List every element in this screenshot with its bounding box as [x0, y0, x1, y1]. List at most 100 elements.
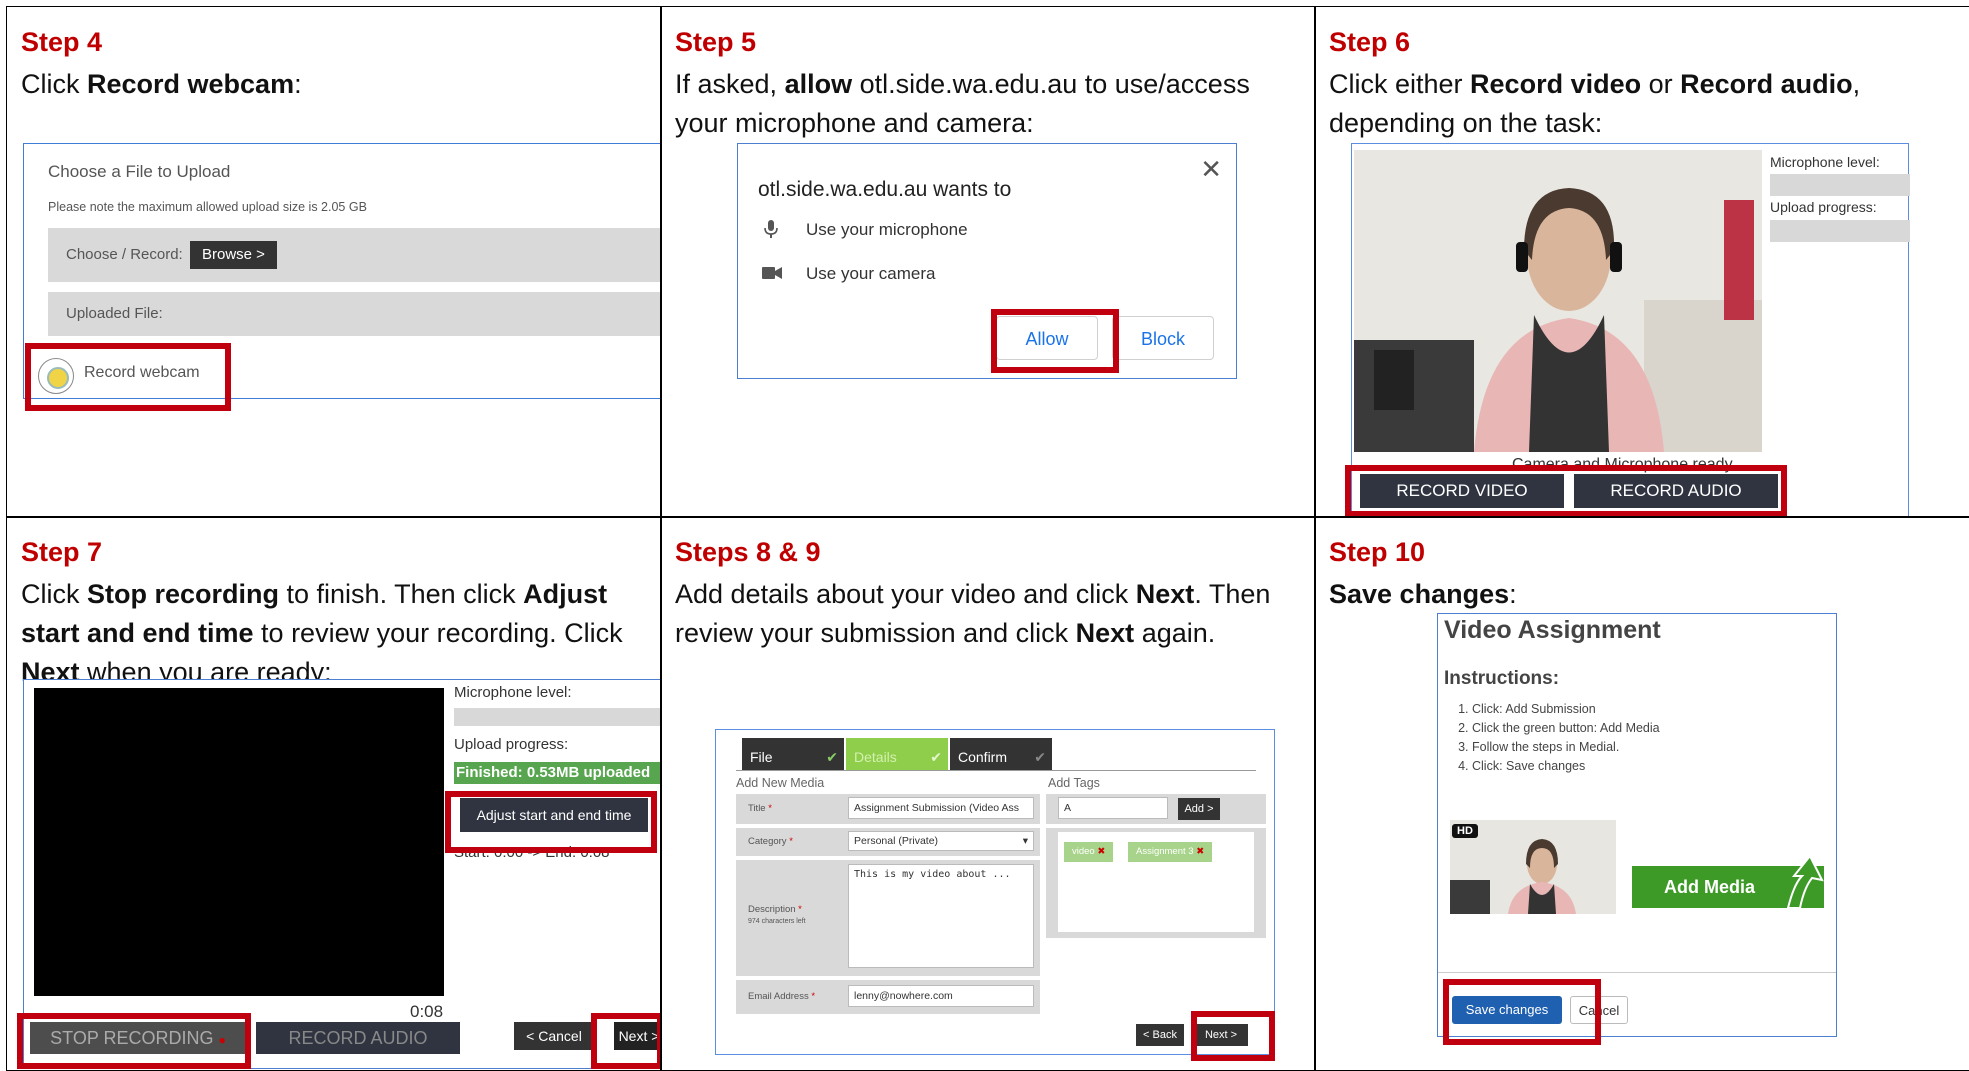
mic-level-label: Microphone level:	[454, 684, 572, 701]
step-instruction: Click Record webcam:	[21, 69, 302, 99]
instructions-heading: Instructions:	[1444, 668, 1560, 689]
cancel-button[interactable]: < Cancel	[514, 1022, 594, 1050]
mic-level-bar	[454, 708, 661, 726]
mic-level-bar	[1770, 174, 1910, 196]
bold-term: Record audio	[1680, 69, 1853, 99]
recording-preview	[34, 688, 444, 996]
bold-term: Next	[1135, 579, 1195, 609]
list-item: Follow the steps in Medial.	[1472, 738, 1660, 757]
highlight-box	[17, 1013, 251, 1069]
chars-left: 974 characters left	[748, 918, 806, 925]
tab-label: Details	[854, 749, 897, 765]
step-5-cell: Step 5 If asked, allow otl.side.wa.edu.a…	[660, 6, 1316, 518]
step-10-cell: Step 10 Save changes: Video Assignment I…	[1314, 516, 1969, 1071]
step-7-cell: Step 7 Click Stop recording to finish. T…	[6, 516, 662, 1071]
category-value: Personal (Private)	[854, 835, 939, 847]
bold-term: Save changes	[1329, 579, 1510, 609]
recording-screenshot: 0:08 Microphone level: Upload progress: …	[23, 679, 661, 1069]
step-instruction: Click either Record video or Record audi…	[1329, 69, 1861, 138]
webcam-preview	[1354, 150, 1762, 452]
add-tags-heading: Add Tags	[1048, 776, 1100, 790]
tab-file[interactable]: File ✔	[742, 738, 844, 770]
video-thumbnail[interactable]: HD	[1450, 820, 1616, 914]
close-icon[interactable]: ✕	[1200, 154, 1222, 185]
tag-chip[interactable]: video ✖	[1064, 842, 1114, 862]
block-button[interactable]: Block	[1112, 316, 1214, 360]
microphone-icon	[764, 220, 778, 238]
step-instruction: If asked, allow otl.side.wa.edu.au to us…	[675, 69, 1250, 138]
step-heading: Step 6	[1329, 27, 1411, 57]
category-label-text: Category	[748, 836, 787, 847]
highlight-box	[445, 791, 657, 853]
bold-term: allow	[784, 69, 853, 99]
add-new-media-heading: Add New Media	[736, 776, 825, 790]
step-instruction: Click Stop recording to finish. Then cli…	[21, 579, 623, 687]
highlight-box	[1345, 465, 1787, 517]
upload-progress-bar	[1770, 220, 1910, 242]
step-6-cell: Step 6 Click either Record video or Reco…	[1314, 6, 1969, 518]
list-item: Click: Save changes	[1472, 757, 1660, 776]
uploaded-file-label: Uploaded File:	[66, 305, 163, 322]
step-instruction: Save changes:	[1329, 579, 1517, 609]
tab-label: File	[750, 749, 773, 765]
recording-time: 0:08	[410, 1002, 444, 1021]
email-label: Email Address *	[748, 991, 816, 1002]
tag-chip-label: Assignment 3	[1136, 846, 1194, 857]
title-row: Title * Assignment Submission (Video Ass	[736, 794, 1040, 824]
bold-term: Next	[1075, 618, 1135, 648]
add-tag-button[interactable]: Add >	[1178, 798, 1220, 820]
tag-chip[interactable]: Assignment 3 ✖	[1128, 842, 1213, 862]
description-label-text: Description	[748, 904, 796, 915]
step-4-cell: Step 4 Click Record webcam: Choose a Fil…	[6, 6, 662, 518]
step-instruction: Add details about your video and click N…	[675, 579, 1271, 648]
description-row: Description * 974 characters left This i…	[736, 860, 1040, 976]
tag-input[interactable]: A	[1058, 797, 1168, 819]
permission-camera: Use your camera	[806, 264, 936, 283]
tag-chip-label: video	[1072, 846, 1095, 857]
step-heading: Step 7	[21, 537, 103, 567]
recorder-screenshot: Microphone level: Upload progress: Camer…	[1351, 143, 1910, 517]
webcam-preview-image	[1354, 150, 1762, 452]
title-input[interactable]: Assignment Submission (Video Ass	[848, 797, 1034, 819]
remove-tag-icon[interactable]: ✖	[1097, 846, 1105, 857]
highlight-box	[25, 343, 231, 411]
step-heading: Step 4	[21, 27, 103, 57]
category-select[interactable]: Personal (Private) ▾	[848, 831, 1034, 851]
upload-finished-bar: Finished: 0.53MB uploaded	[454, 762, 661, 784]
assignment-title: Video Assignment	[1444, 616, 1661, 644]
upload-progress-label: Upload progress:	[454, 736, 569, 753]
choose-record-label: Choose / Record:	[66, 246, 183, 263]
upload-size-note: Please note the maximum allowed upload s…	[48, 200, 367, 214]
list-item: Click: Add Submission	[1472, 700, 1660, 719]
tab-details[interactable]: Details ✔	[846, 738, 948, 770]
step-heading: Steps 8 & 9	[675, 537, 821, 567]
dropdown-arrow-icon: ▾	[1022, 835, 1028, 847]
upload-title: Choose a File to Upload	[48, 162, 231, 181]
description-textarea[interactable]: This is my video about ...	[848, 864, 1034, 968]
arrow-up-icon	[1786, 854, 1824, 909]
email-input[interactable]: lenny@nowhere.com	[848, 985, 1034, 1007]
instruction-list: Click: Add Submission Click the green bu…	[1472, 700, 1660, 776]
step-heading: Step 10	[1329, 537, 1426, 567]
highlight-box	[591, 1013, 661, 1069]
steps-8-9-cell: Steps 8 & 9 Add details about your video…	[660, 516, 1316, 1071]
divider	[1438, 972, 1836, 973]
permission-title: otl.side.wa.edu.au wants to	[758, 178, 1012, 201]
record-audio-button[interactable]: RECORD AUDIO	[256, 1022, 460, 1054]
remove-tag-icon[interactable]: ✖	[1196, 846, 1204, 857]
step-heading: Step 5	[675, 27, 757, 57]
email-label-text: Email Address	[748, 991, 809, 1002]
bold-term: Record webcam	[87, 69, 295, 99]
tag-input-row: A Add >	[1046, 794, 1266, 824]
tab-confirm[interactable]: Confirm ✔	[950, 738, 1052, 770]
category-label: Category *	[748, 836, 793, 847]
title-label: Title *	[748, 803, 772, 814]
uploaded-file-row: Uploaded File:	[48, 292, 661, 336]
back-button[interactable]: < Back	[1136, 1024, 1184, 1046]
highlight-box	[1191, 1011, 1275, 1061]
bold-term: Stop recording	[87, 579, 280, 609]
list-item: Click the green button: Add Media	[1472, 719, 1660, 738]
email-row: Email Address * lenny@nowhere.com	[736, 980, 1040, 1014]
bold-term: Record video	[1470, 69, 1642, 99]
browse-button[interactable]: Browse >	[190, 241, 277, 269]
